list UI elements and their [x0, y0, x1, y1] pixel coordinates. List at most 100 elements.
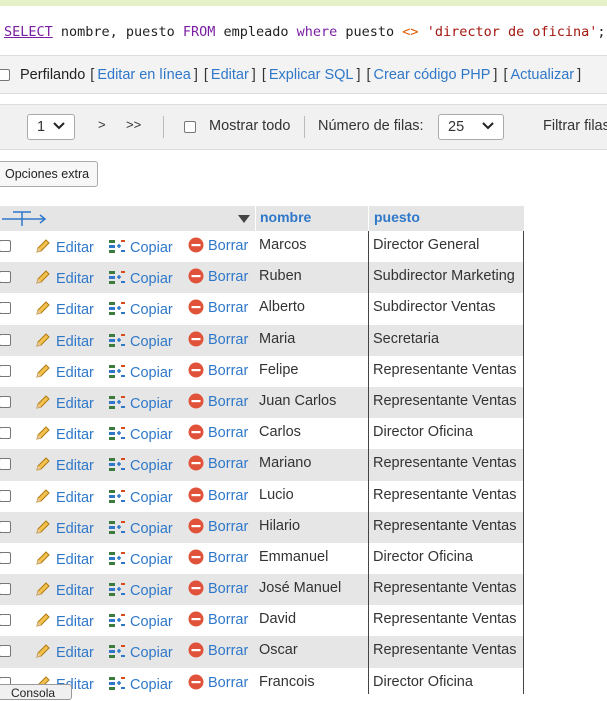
edit-label[interactable]: Editar — [56, 552, 94, 568]
cell-nombre[interactable]: Juan Carlos — [259, 393, 336, 409]
edit-row-button[interactable]: Editar — [34, 362, 94, 381]
copy-row-button[interactable]: Copiar — [108, 393, 173, 412]
row-checkbox[interactable] — [0, 583, 11, 596]
copy-label[interactable]: Copiar — [130, 240, 173, 256]
cell-puesto[interactable]: Representante Ventas — [373, 455, 517, 471]
edit-label[interactable]: Editar — [56, 614, 94, 630]
edit-row-button[interactable]: Editar — [34, 268, 94, 287]
delete-row-button[interactable]: Borrar — [188, 580, 248, 597]
edit-label[interactable]: Editar — [56, 645, 94, 661]
cell-puesto[interactable]: Director Oficina — [373, 674, 473, 690]
delete-row-button[interactable]: Borrar — [188, 611, 248, 628]
cell-nombre[interactable]: José Manuel — [259, 580, 341, 596]
column-arrows-icon[interactable] — [0, 210, 48, 228]
delete-label[interactable]: Borrar — [208, 238, 248, 254]
edit-row-button[interactable]: Editar — [34, 393, 94, 412]
row-checkbox[interactable] — [0, 489, 11, 502]
cell-nombre[interactable]: Emmanuel — [259, 549, 328, 565]
edit-row-button[interactable]: Editar — [34, 237, 94, 256]
cell-nombre[interactable]: Lucio — [259, 487, 294, 503]
cell-puesto[interactable]: Representante Ventas — [373, 362, 517, 378]
edit-label[interactable]: Editar — [56, 490, 94, 506]
copy-label[interactable]: Copiar — [130, 614, 173, 630]
copy-label[interactable]: Copiar — [130, 334, 173, 350]
row-checkbox[interactable] — [0, 333, 11, 346]
column-header-label[interactable]: nombre — [260, 209, 311, 225]
edit-label[interactable]: Editar — [56, 271, 94, 287]
row-checkbox[interactable] — [0, 458, 11, 471]
copy-row-button[interactable]: Copiar — [108, 580, 173, 599]
edit-row-button[interactable]: Editar — [34, 549, 94, 568]
edit-label[interactable]: Editar — [56, 240, 94, 256]
delete-row-button[interactable]: Borrar — [188, 299, 248, 316]
delete-label[interactable]: Borrar — [208, 456, 248, 472]
cell-nombre[interactable]: Ruben — [259, 268, 302, 284]
delete-row-button[interactable]: Borrar — [188, 393, 248, 410]
copy-row-button[interactable]: Copiar — [108, 611, 173, 630]
edit-label[interactable]: Editar — [56, 334, 94, 350]
copy-label[interactable]: Copiar — [130, 490, 173, 506]
cell-puesto[interactable]: Representante Ventas — [373, 518, 517, 534]
delete-label[interactable]: Borrar — [208, 675, 248, 691]
edit-label[interactable]: Editar — [56, 302, 94, 318]
copy-row-button[interactable]: Copiar — [108, 642, 173, 661]
delete-label[interactable]: Borrar — [208, 581, 248, 597]
delete-label[interactable]: Borrar — [208, 300, 248, 316]
sort-down-icon[interactable] — [238, 215, 250, 223]
create-php-code-link[interactable]: Crear código PHP — [374, 67, 491, 83]
copy-row-button[interactable]: Copiar — [108, 299, 173, 318]
copy-label[interactable]: Copiar — [130, 458, 173, 474]
edit-row-button[interactable]: Editar — [34, 455, 94, 474]
profiling-checkbox[interactable] — [0, 68, 10, 81]
row-checkbox[interactable] — [0, 302, 11, 315]
cell-nombre[interactable]: Marcos — [259, 237, 307, 253]
edit-row-button[interactable]: Editar — [34, 331, 94, 350]
edit-label[interactable]: Editar — [56, 583, 94, 599]
edit-label[interactable]: Editar — [56, 427, 94, 443]
copy-row-button[interactable]: Copiar — [108, 268, 173, 287]
copy-label[interactable]: Copiar — [130, 677, 173, 693]
row-checkbox[interactable] — [0, 614, 11, 627]
copy-label[interactable]: Copiar — [130, 365, 173, 381]
delete-label[interactable]: Borrar — [208, 612, 248, 628]
copy-label[interactable]: Copiar — [130, 583, 173, 599]
cell-puesto[interactable]: Representante Ventas — [373, 487, 517, 503]
copy-label[interactable]: Copiar — [130, 396, 173, 412]
edit-row-button[interactable]: Editar — [34, 424, 94, 443]
row-checkbox[interactable] — [0, 364, 11, 377]
copy-row-button[interactable]: Copiar — [108, 362, 173, 381]
row-checkbox[interactable] — [0, 240, 11, 252]
cell-nombre[interactable]: Hilario — [259, 518, 300, 534]
cell-puesto[interactable]: Director Oficina — [373, 549, 473, 565]
explain-sql-link[interactable]: Explicar SQL — [269, 67, 354, 83]
delete-row-button[interactable]: Borrar — [188, 362, 248, 379]
extra-options-button[interactable]: Opciones extra — [0, 161, 99, 187]
edit-label[interactable]: Editar — [56, 396, 94, 412]
row-checkbox[interactable] — [0, 271, 11, 284]
delete-label[interactable]: Borrar — [208, 363, 248, 379]
edit-row-button[interactable]: Editar — [34, 642, 94, 661]
cell-nombre[interactable]: Felipe — [259, 362, 299, 378]
cell-puesto[interactable]: Director Oficina — [373, 424, 473, 440]
refresh-link[interactable]: Actualizar — [510, 67, 574, 83]
copy-label[interactable]: Copiar — [130, 302, 173, 318]
edit-row-button[interactable]: Editar — [34, 611, 94, 630]
edit-label[interactable]: Editar — [56, 521, 94, 537]
edit-label[interactable]: Editar — [56, 458, 94, 474]
delete-row-button[interactable]: Borrar — [188, 268, 248, 285]
cell-puesto[interactable]: Secretaria — [373, 331, 439, 347]
show-all-checkbox[interactable] — [184, 121, 196, 133]
row-checkbox[interactable] — [0, 551, 11, 564]
row-checkbox[interactable] — [0, 395, 11, 408]
delete-row-button[interactable]: Borrar — [188, 487, 248, 504]
delete-label[interactable]: Borrar — [208, 519, 248, 535]
copy-row-button[interactable]: Copiar — [108, 518, 173, 537]
edit-link[interactable]: Editar — [211, 67, 249, 83]
delete-label[interactable]: Borrar — [208, 394, 248, 410]
delete-label[interactable]: Borrar — [208, 550, 248, 566]
cell-nombre[interactable]: Oscar — [259, 642, 298, 658]
cell-nombre[interactable]: Francois — [259, 674, 315, 690]
edit-label[interactable]: Editar — [56, 365, 94, 381]
next-page-button[interactable]: > — [98, 117, 106, 132]
cell-puesto[interactable]: Subdirector Marketing — [373, 268, 515, 284]
